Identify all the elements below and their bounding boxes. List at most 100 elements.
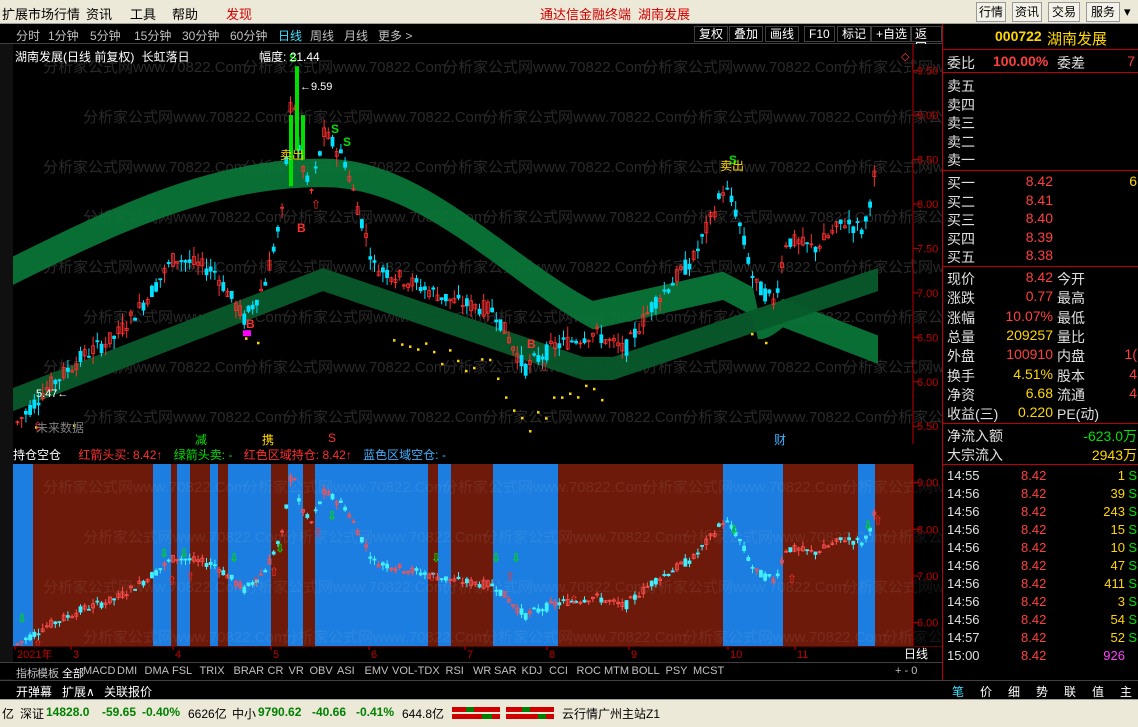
sub-candle-body xyxy=(439,578,444,580)
indicator-tab-dma[interactable]: DMA xyxy=(145,665,169,677)
indicator-tab-cci[interactable]: CCI xyxy=(549,665,568,677)
menu-overflow-icon[interactable]: ▾ xyxy=(1124,4,1131,20)
menu-news[interactable]: 资讯 xyxy=(86,4,112,23)
period-monthly[interactable]: 月线 xyxy=(344,27,368,44)
indicator-tab-fsl[interactable]: FSL xyxy=(172,665,192,677)
quote-tab-价[interactable]: 价 xyxy=(980,683,992,700)
left-scroll-gutter[interactable] xyxy=(0,44,13,680)
indicator-tab-rsi[interactable]: RSI xyxy=(446,665,464,677)
sell-level-row[interactable]: 卖二 xyxy=(943,132,1138,151)
tool-draw[interactable]: 画线 xyxy=(765,26,800,42)
tool-mark[interactable]: 标记 xyxy=(837,26,872,42)
period-fenshi[interactable]: 分时 xyxy=(16,27,40,44)
indicator-tab-trix[interactable]: TRIX xyxy=(200,665,225,677)
candle-body xyxy=(183,260,188,263)
red-buy-arrow-icon: ⇧ xyxy=(269,565,279,579)
tick-row[interactable]: 14:56 8.42 411 S xyxy=(943,576,1138,594)
btn-service[interactable]: 服务 xyxy=(1086,2,1120,22)
sell-level-row[interactable]: 卖三 xyxy=(943,113,1138,132)
sell-level-row[interactable]: 卖四 xyxy=(943,95,1138,114)
quote-tab-势[interactable]: 势 xyxy=(1036,683,1048,700)
indicator-tab-mcst[interactable]: MCST xyxy=(693,665,724,677)
zoom-controls[interactable]: + - 0 xyxy=(895,665,917,677)
quote-tab-值[interactable]: 值 xyxy=(1092,683,1104,700)
tick-row[interactable]: 14:56 8.42 10 S xyxy=(943,540,1138,558)
indicator-tab-emv[interactable]: EMV xyxy=(365,665,389,677)
stat-row: 外盘 100910 内盘 1( xyxy=(943,346,1138,365)
tool-overlay[interactable]: 叠加 xyxy=(729,26,764,42)
tick-row[interactable]: 14:56 8.42 15 S xyxy=(943,522,1138,540)
menu-tools[interactable]: 工具 xyxy=(130,4,156,23)
date-label: 3 xyxy=(73,649,79,661)
btn-expand[interactable]: 扩展∧ xyxy=(62,683,95,700)
server-name[interactable]: 云行情广州主站Z1 xyxy=(562,705,660,722)
tool-f10[interactable]: F10 xyxy=(804,26,835,42)
btn-danmu[interactable]: 开弹幕 xyxy=(16,683,52,700)
quote-tab-主[interactable]: 主 xyxy=(1120,683,1132,700)
indicator-tab-mtm[interactable]: MTM xyxy=(604,665,629,677)
menu-market[interactable]: 扩展市场行情 xyxy=(2,4,80,23)
period-weekly[interactable]: 周线 xyxy=(310,27,334,44)
tick-row[interactable]: 14:56 8.42 39 S xyxy=(943,486,1138,504)
buy-level-row[interactable]: 买五 8.38 xyxy=(943,247,1138,266)
menu-discover[interactable]: 发现 xyxy=(226,4,252,23)
sz-index-name[interactable]: 深证 xyxy=(20,705,44,722)
indicator-tab-roc[interactable]: ROC xyxy=(577,665,601,677)
indicator-tab-指标[interactable]: 指标 xyxy=(16,665,38,681)
period-1min[interactable]: 1分钟 xyxy=(48,27,79,44)
buy-arrow-icon: ⇧ xyxy=(539,360,549,374)
tick-row[interactable]: 15:00 8.42 926 xyxy=(943,648,1138,666)
indicator-tab-all[interactable]: 全部 xyxy=(62,665,84,681)
btn-related-quotes[interactable]: 关联报价 xyxy=(104,683,152,700)
tick-row[interactable]: 14:55 8.42 1 S xyxy=(943,468,1138,486)
position-sub-chart[interactable]: 分析家公式网www.70822.Com分析家公式网www.70822.Com分析… xyxy=(13,464,942,646)
buy-level-row[interactable]: 买二 8.41 xyxy=(943,192,1138,211)
tool-back[interactable]: 返回 xyxy=(910,26,942,55)
period-15min[interactable]: 15分钟 xyxy=(134,27,171,44)
menu-help[interactable]: 帮助 xyxy=(172,4,198,23)
quote-tab-笔[interactable]: 笔 xyxy=(952,683,964,700)
indicator-tab-macd[interactable]: MACD xyxy=(83,665,115,677)
period-5min[interactable]: 5分钟 xyxy=(90,27,121,44)
btn-quote[interactable]: 行情 xyxy=(976,2,1006,22)
buy-level-row[interactable]: 买四 8.39 xyxy=(943,229,1138,248)
btn-trade[interactable]: 交易 xyxy=(1048,2,1080,22)
tool-fuquan[interactable]: 复权 xyxy=(694,26,729,42)
main-kline-chart[interactable]: 分析家公式网www.70822.Com分析家公式网www.70822.Com分析… xyxy=(13,44,942,444)
indicator-tab-vr[interactable]: VR xyxy=(289,665,304,677)
period-daily[interactable]: 日线 xyxy=(278,27,302,44)
period-60min[interactable]: 60分钟 xyxy=(230,27,267,44)
buy-level-row[interactable]: 买一 8.42 6 xyxy=(943,173,1138,192)
tick-row[interactable]: 14:56 8.42 3 S xyxy=(943,594,1138,612)
period-more[interactable]: 更多 > xyxy=(378,27,412,44)
indicator-tab-psy[interactable]: PSY xyxy=(666,665,688,677)
indicator-tab-模板[interactable]: 模板 xyxy=(37,665,59,681)
indicator-tab-boll[interactable]: BOLL xyxy=(632,665,660,677)
buy-level-row[interactable]: 买三 8.40 xyxy=(943,210,1138,229)
period-30min[interactable]: 30分钟 xyxy=(182,27,219,44)
quote-tab-细[interactable]: 细 xyxy=(1008,683,1020,700)
flow-value: -623.0万 xyxy=(1083,428,1137,444)
tick-row[interactable]: 14:57 8.42 52 S xyxy=(943,630,1138,648)
event-mark-3[interactable]: S xyxy=(328,431,336,445)
btn-info[interactable]: 资讯 xyxy=(1012,2,1042,22)
zx-index-name[interactable]: 中小 xyxy=(232,705,256,722)
stat-label-2: 今开 xyxy=(1057,271,1085,287)
indicator-tab-wr[interactable]: WR xyxy=(473,665,491,677)
indicator-tab-cr[interactable]: CR xyxy=(268,665,284,677)
tick-row[interactable]: 14:56 8.42 54 S xyxy=(943,612,1138,630)
sell-level-row[interactable]: 卖五 xyxy=(943,76,1138,95)
indicator-tab-dmi[interactable]: DMI xyxy=(117,665,137,677)
sell-level-row[interactable]: 卖一 xyxy=(943,150,1138,169)
indicator-tab-vol-tdx[interactable]: VOL-TDX xyxy=(392,665,440,677)
buy-signal-b1: B xyxy=(297,221,306,235)
indicator-tab-sar[interactable]: SAR xyxy=(494,665,517,677)
indicator-tab-obv[interactable]: OBV xyxy=(310,665,333,677)
tool-add-watch[interactable]: +自选 xyxy=(871,26,913,42)
indicator-tab-brar[interactable]: BRAR xyxy=(234,665,265,677)
indicator-tab-asi[interactable]: ASI xyxy=(337,665,355,677)
indicator-tab-kdj[interactable]: KDJ xyxy=(522,665,543,677)
tick-row[interactable]: 14:56 8.42 47 S xyxy=(943,558,1138,576)
quote-tab-联[interactable]: 联 xyxy=(1064,683,1076,700)
tick-row[interactable]: 14:56 8.42 243 S xyxy=(943,504,1138,522)
